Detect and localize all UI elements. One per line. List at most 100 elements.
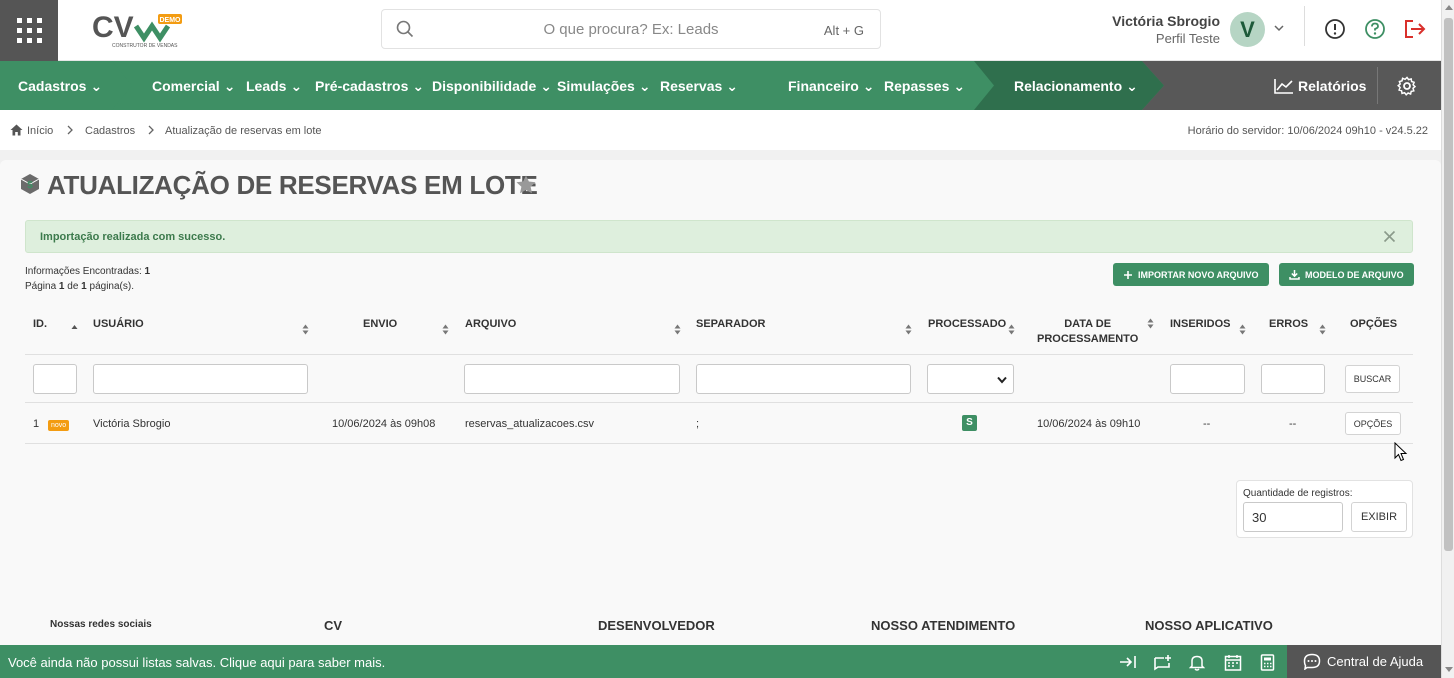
saved-lists-message[interactable]: Você ainda não possui listas salvas. Cli… [8,655,385,670]
cv-logo[interactable]: CV DEMO CONSTRUTOR DE VENDAS [92,10,184,50]
filter-usuario-input[interactable] [93,364,308,394]
table-divider [25,354,1413,355]
chevron-right-icon [148,125,154,135]
gear-icon[interactable] [1397,76,1417,96]
page-title: ATUALIZAÇÃO DE RESERVAS EM LOTE [47,170,538,200]
page-icon: $ [20,174,40,194]
header-divider [1304,6,1305,46]
svg-text:CONSTRUTOR DE VENDAS: CONSTRUTOR DE VENDAS [112,43,178,49]
chevron-right-icon [67,125,73,135]
cell-inseridos: -- [1203,418,1211,430]
nav-financeiro[interactable]: Financeiro ⌄ [788,78,875,95]
breadcrumb-cadastros[interactable]: Cadastros [85,125,135,137]
server-time: Horário do servidor: 10/06/2024 09h10 - … [1187,125,1428,137]
avatar[interactable]: V [1230,12,1265,47]
processed-badge: S [962,415,977,431]
filter-erros-input[interactable] [1261,364,1325,394]
bell-icon[interactable] [1189,654,1205,671]
filter-inseridos-input[interactable] [1170,364,1245,394]
col-usuario[interactable]: USUÁRIO [93,318,144,330]
col-inseridos[interactable]: INSERIDOS [1170,318,1231,330]
nav-right: Relatórios [1256,61,1441,110]
calculator-icon[interactable] [1260,654,1275,671]
search-shortcut: Alt + G [823,23,864,38]
sort-icon[interactable] [1239,324,1246,335]
breadcrumb-current: Atualização de reservas em lote [165,125,322,137]
sort-icon[interactable] [302,324,309,335]
filter-arquivo-input[interactable] [464,364,680,394]
svg-text:DEMO: DEMO [160,17,182,24]
nav-cadastros[interactable]: Cadastros ⌄ [18,78,102,95]
collapse-right-icon[interactable] [1119,654,1137,670]
plus-icon [1124,270,1132,279]
col-envio[interactable]: ENVIO [363,318,397,330]
quantity-label: Quantidade de registros: [1243,488,1353,499]
cell-id: 1 [33,418,40,430]
footer-app: NOSSO APLICATIVO [1145,618,1273,633]
col-processado[interactable]: PROCESSADO [928,318,1006,330]
col-erros[interactable]: ERROS [1269,318,1308,330]
chevron-down-icon [997,376,1007,384]
nav-leads[interactable]: Leads ⌄ [246,78,302,95]
page-scrollbar[interactable] [1441,0,1454,678]
help-icon[interactable] [1364,18,1386,40]
chat-add-icon[interactable] [1153,654,1173,672]
nav-divider [1377,67,1378,104]
search-placeholder: O que procura? Ex: Leads [543,21,719,38]
calendar-icon[interactable] [1224,654,1242,671]
nav-relacionamento[interactable]: Relacionamento ⌄ [1014,78,1138,95]
scroll-down-arrow[interactable] [1445,667,1453,672]
col-arquivo[interactable]: ARQUIVO [465,318,516,330]
import-new-file-button[interactable]: IMPORTAR NOVO ARQUIVO [1113,263,1269,286]
nav-relatorios[interactable]: Relatórios [1274,78,1366,94]
filter-id-input[interactable] [33,364,77,394]
col-data-processamento[interactable]: DATA DE PROCESSAMENTO [1037,317,1138,347]
chart-line-icon [1274,79,1293,94]
cell-arquivo[interactable]: reservas_atualizacoes.csv [465,418,594,430]
main-nav: Cadastros ⌄ Comercial ⌄ Leads ⌄ Pré-cadastr… [0,61,1441,110]
sort-icon[interactable] [1008,324,1015,335]
nav-comercial[interactable]: Comercial ⌄ [152,78,235,95]
global-search[interactable]: O que procura? Ex: Leads Alt + G [381,9,881,49]
close-icon[interactable] [1383,230,1396,243]
bottom-bar: Você ainda não possui listas salvas. Cli… [0,645,1441,678]
cell-erros: -- [1289,418,1297,430]
scrollbar-thumb[interactable] [1444,18,1453,551]
footer-atendimento: NOSSO ATENDIMENTO [871,618,1016,633]
file-model-button[interactable]: MODELO DE ARQUIVO [1279,263,1414,286]
nav-reservas[interactable]: Reservas ⌄ [660,78,738,95]
star-icon[interactable] [516,175,536,194]
user-info[interactable]: Victória Sbrogio Perfil Teste [1112,13,1220,46]
filter-processado-select[interactable] [927,364,1014,394]
success-alert: Importação realizada com sucesso. [25,220,1413,253]
logout-icon[interactable] [1403,18,1427,40]
nav-repasses[interactable]: Repasses ⌄ [884,78,965,95]
sort-icon[interactable] [674,324,681,335]
col-id[interactable]: ID. [33,318,47,330]
chevron-down-icon[interactable] [1273,22,1285,34]
col-separador[interactable]: SEPARADOR [696,318,765,330]
quantity-input[interactable]: 30 [1243,502,1343,532]
sort-icon[interactable] [442,324,449,335]
show-button[interactable]: EXIBIR [1351,502,1407,532]
search-button[interactable]: BUSCAR [1345,365,1400,393]
sort-asc-icon[interactable] [71,324,78,330]
row-options-button[interactable]: OPÇÕES [1345,412,1401,435]
scroll-up-arrow[interactable] [1445,5,1453,10]
nav-pre-cadastros[interactable]: Pré-cadastros ⌄ [315,78,424,95]
home-icon [10,124,23,136]
cell-data-processamento: 10/06/2024 às 09h10 [1037,418,1141,430]
info-icon[interactable] [1324,18,1346,40]
top-header: CV DEMO CONSTRUTOR DE VENDAS O que procu… [0,0,1441,61]
user-name: Victória Sbrogio [1112,13,1220,29]
nav-simulacoes[interactable]: Simulações ⌄ [557,78,651,95]
sort-icon[interactable] [1319,324,1326,335]
cell-envio: 10/06/2024 às 09h08 [332,418,436,430]
breadcrumb-inicio[interactable]: Início [27,125,53,137]
sort-icon[interactable] [905,324,912,335]
sort-icon[interactable] [1147,318,1154,329]
app-grid-button[interactable] [0,0,58,61]
help-center-button[interactable]: Central de Ajuda [1287,645,1441,678]
filter-separador-input[interactable] [696,364,911,394]
nav-disponibilidade[interactable]: Disponibilidade ⌄ [432,78,552,95]
